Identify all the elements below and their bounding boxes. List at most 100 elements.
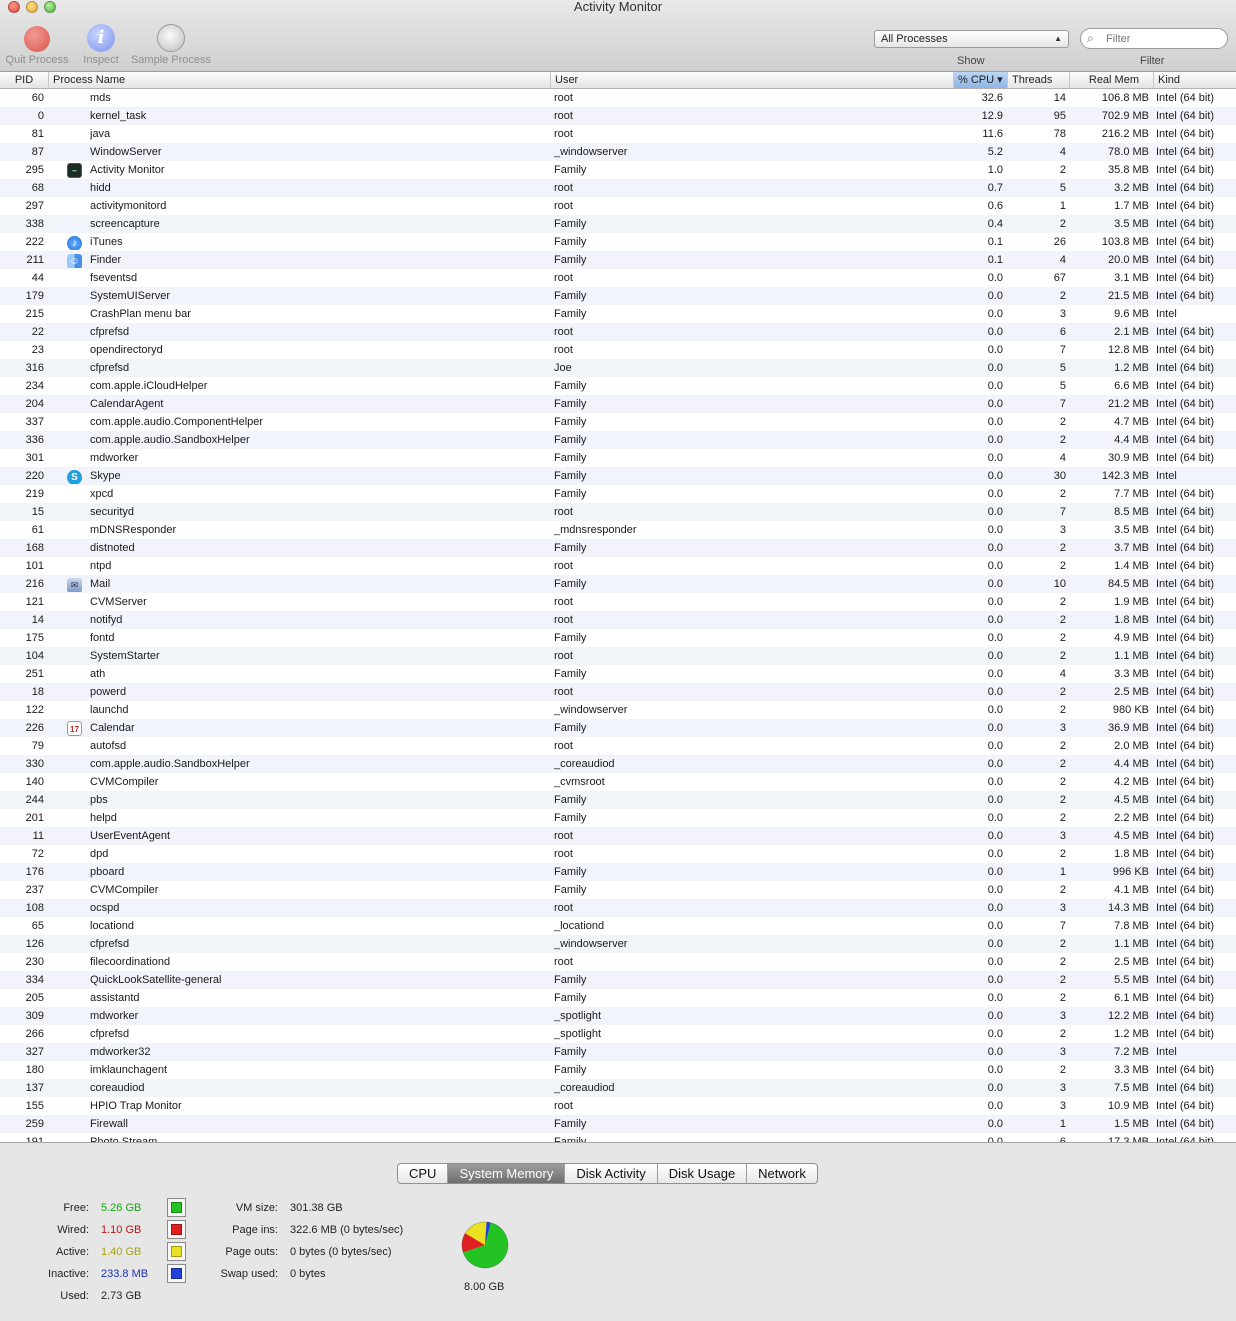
table-row[interactable]: 327 mdworker32 Family 0.0 3 7.2 MB Intel [0,1043,1236,1061]
table-row[interactable]: 15 securityd root 0.0 7 8.5 MB Intel (64 bit) [0,503,1236,521]
table-row[interactable]: 65 locationd _locationd 0.0 7 7.8 MB Intel (64… [0,917,1236,935]
table-row[interactable]: 266 cfprefsd _spotlight 0.0 2 1.2 MB Intel (64… [0,1025,1236,1043]
table-row[interactable]: 191 Photo Stream Family 0.0 6 17.3 MB Intel (6… [0,1133,1236,1142]
table-row[interactable]: 309 mdworker _spotlight 0.0 3 12.2 MB Intel (6… [0,1007,1236,1025]
table-row[interactable]: 126 cfprefsd _windowserver 0.0 2 1.1 MB Intel … [0,935,1236,953]
filter-search-field[interactable]: ⌕ [1080,28,1228,49]
table-row[interactable]: 44 fseventsd root 0.0 67 3.1 MB Intel (64 bit) [0,269,1236,287]
inspect-button[interactable]: i Inspect [80,24,122,66]
table-row[interactable]: 140 CVMCompiler _cvmsroot 0.0 2 4.2 MB Intel (… [0,773,1236,791]
table-row[interactable]: 219 xpcd Family 0.0 2 7.7 MB Intel (64 bit) [0,485,1236,503]
quit-process-button[interactable]: Quit Process [3,24,71,66]
pid-cell: 18 [31,686,44,698]
table-row[interactable]: 330 com.apple.audio.SandboxHelper _coreaud… [0,755,1236,773]
column-header-pid[interactable]: PID [0,72,48,88]
table-row[interactable]: 122 launchd _windowserver 0.0 2 980 KB Intel (… [0,701,1236,719]
table-row[interactable]: 215 CrashPlan menu bar Family 0.0 3 9.6 MB Int… [0,305,1236,323]
table-row[interactable]: 11 UserEventAgent root 0.0 3 4.5 MB Intel (64 … [0,827,1236,845]
process-table[interactable]: 60 mds root 32.6 14 106.8 MB Intel (64 bit) 0 ke… [0,89,1236,1142]
column-header-process-name[interactable]: Process Name [48,72,550,88]
table-row[interactable]: 334 QuickLookSatellite-general Family 0.0 2 5… [0,971,1236,989]
table-row[interactable]: 338 screencapture Family 0.4 2 3.5 MB Intel (6… [0,215,1236,233]
table-row[interactable]: 0 kernel_task root 12.9 95 702.9 MB Intel (64 … [0,107,1236,125]
free-color-swatch[interactable] [167,1198,186,1217]
process-name-cell: fseventsd [90,272,138,284]
threads-cell: 1 [1059,200,1066,212]
table-row[interactable]: 101 ntpd root 0.0 2 1.4 MB Intel (64 bit) [0,557,1236,575]
table-row[interactable]: 222 iTunes Family 0.1 26 103.8 MB Intel (64 bi… [0,233,1236,251]
table-row[interactable]: 336 com.apple.audio.SandboxHelper Family 0.… [0,431,1236,449]
table-row[interactable]: 72 dpd root 0.0 2 1.8 MB Intel (64 bit) [0,845,1236,863]
tab-network[interactable]: Network [746,1164,817,1183]
table-row[interactable]: 205 assistantd Family 0.0 2 6.1 MB Intel (64 b… [0,989,1236,1007]
column-header-user[interactable]: User [550,72,953,88]
filter-input[interactable] [1106,31,1221,46]
sample-process-button[interactable]: Sample Process [129,24,213,66]
table-row[interactable]: 121 CVMServer root 0.0 2 1.9 MB Intel (64 bit) [0,593,1236,611]
kind-cell: Intel (64 bit) [1156,1100,1215,1112]
user-cell: Family [554,236,587,248]
table-row[interactable]: 226 Calendar Family 0.0 3 36.9 MB Intel (64 bi… [0,719,1236,737]
tab-disk-usage[interactable]: Disk Usage [656,1164,746,1183]
table-row[interactable]: 104 SystemStarter root 0.0 2 1.1 MB Intel (64 … [0,647,1236,665]
table-row[interactable]: 337 com.apple.audio.ComponentHelper Family… [0,413,1236,431]
table-row[interactable]: 60 mds root 32.6 14 106.8 MB Intel (64 bit) [0,89,1236,107]
table-row[interactable]: 168 distnoted Family 0.0 2 3.7 MB Intel (64 bi… [0,539,1236,557]
table-row[interactable]: 23 opendirectoryd root 0.0 7 12.8 MB Intel (64… [0,341,1236,359]
column-header-real-mem[interactable]: Real Mem [1069,72,1153,88]
table-row[interactable]: 79 autofsd root 0.0 2 2.0 MB Intel (64 bit) [0,737,1236,755]
tab-system-memory[interactable]: System Memory [447,1164,565,1183]
table-row[interactable]: 61 mDNSResponder _mdnsresponder 0.0 3 3.5 MB I… [0,521,1236,539]
table-row[interactable]: 216 Mail Family 0.0 10 84.5 MB Intel (64 bit) ✉ [0,575,1236,593]
table-row[interactable]: 175 fontd Family 0.0 2 4.9 MB Intel (64 bit) [0,629,1236,647]
inactive-color-swatch[interactable] [167,1264,186,1283]
table-row[interactable]: 204 CalendarAgent Family 0.0 7 21.2 MB Intel (… [0,395,1236,413]
table-row[interactable]: 81 java root 11.6 78 216.2 MB Intel (64 bit) [0,125,1236,143]
table-row[interactable]: 155 HPIO Trap Monitor root 0.0 3 10.9 MB Intel… [0,1097,1236,1115]
table-row[interactable]: 244 pbs Family 0.0 2 4.5 MB Intel (64 bit) [0,791,1236,809]
process-name-cell: filecoordinationd [90,956,171,968]
table-row[interactable]: 18 powerd root 0.0 2 2.5 MB Intel (64 bit) [0,683,1236,701]
table-row[interactable]: 234 com.apple.iCloudHelper Family 0.0 5 6.6 M… [0,377,1236,395]
table-row[interactable]: 14 notifyd root 0.0 2 1.8 MB Intel (64 bit) [0,611,1236,629]
table-row[interactable]: 297 activitymonitord root 0.6 1 1.7 MB Intel (… [0,197,1236,215]
threads-cell: 3 [1059,830,1066,842]
search-icon: ⌕ [1087,31,1094,45]
table-row[interactable]: 22 cfprefsd root 0.0 6 2.1 MB Intel (64 bit) [0,323,1236,341]
table-row[interactable]: 237 CVMCompiler Family 0.0 2 4.1 MB Intel (64 … [0,881,1236,899]
table-row[interactable]: 220 Skype Family 0.0 30 142.3 MB Intel S [0,467,1236,485]
table-row[interactable]: 179 SystemUIServer Family 0.0 2 21.5 MB Intel … [0,287,1236,305]
cpu-cell: 0.0 [987,362,1003,374]
column-header-cpu[interactable]: % CPU ▾ [953,72,1007,88]
table-row[interactable]: 211 Finder Family 0.1 4 20.0 MB Intel (64 bit)… [0,251,1236,269]
column-header-kind[interactable]: Kind [1153,72,1236,88]
table-row[interactable]: 108 ocspd root 0.0 3 14.3 MB Intel (64 bit) [0,899,1236,917]
tab-disk-activity[interactable]: Disk Activity [564,1164,656,1183]
cpu-cell: 0.0 [987,956,1003,968]
table-row[interactable]: 87 WindowServer _windowserver 5.2 4 78.0 MB In… [0,143,1236,161]
table-row[interactable]: 259 Firewall Family 0.0 1 1.5 MB Intel (64 bit… [0,1115,1236,1133]
pid-cell: 201 [25,812,44,824]
table-row[interactable]: 230 filecoordinationd root 0.0 2 2.5 MB Intel … [0,953,1236,971]
pid-cell: 14 [31,614,44,626]
kind-cell: Intel (64 bit) [1156,866,1215,878]
table-row[interactable]: 251 ath Family 0.0 4 3.3 MB Intel (64 bit) [0,665,1236,683]
cpu-cell: 0.0 [987,1136,1003,1142]
table-row[interactable]: 176 pboard Family 0.0 1 996 KB Intel (64 bit) [0,863,1236,881]
table-row[interactable]: 137 coreaudiod _coreaudiod 0.0 3 7.5 MB Intel … [0,1079,1236,1097]
wired-color-swatch[interactable] [167,1220,186,1239]
active-color-swatch[interactable] [167,1242,186,1261]
kind-cell: Intel (64 bit) [1156,830,1215,842]
kind-cell: Intel (64 bit) [1156,380,1215,392]
table-row[interactable]: 295 Activity Monitor Family 1.0 2 35.8 MB Inte… [0,161,1236,179]
show-processes-select[interactable]: All Processes ▲ [874,30,1069,48]
real-mem-cell: 30.9 MB [1108,452,1149,464]
table-row[interactable]: 316 cfprefsd Joe 0.0 5 1.2 MB Intel (64 bit) [0,359,1236,377]
threads-cell: 30 [1053,470,1066,482]
tab-cpu[interactable]: CPU [398,1164,447,1183]
table-row[interactable]: 180 imklaunchagent Family 0.0 2 3.3 MB Intel (… [0,1061,1236,1079]
table-row[interactable]: 201 helpd Family 0.0 2 2.2 MB Intel (64 bit) [0,809,1236,827]
table-row[interactable]: 68 hidd root 0.7 5 3.2 MB Intel (64 bit) [0,179,1236,197]
table-row[interactable]: 301 mdworker Family 0.0 4 30.9 MB Intel (64 bi… [0,449,1236,467]
column-header-threads[interactable]: Threads [1007,72,1069,88]
